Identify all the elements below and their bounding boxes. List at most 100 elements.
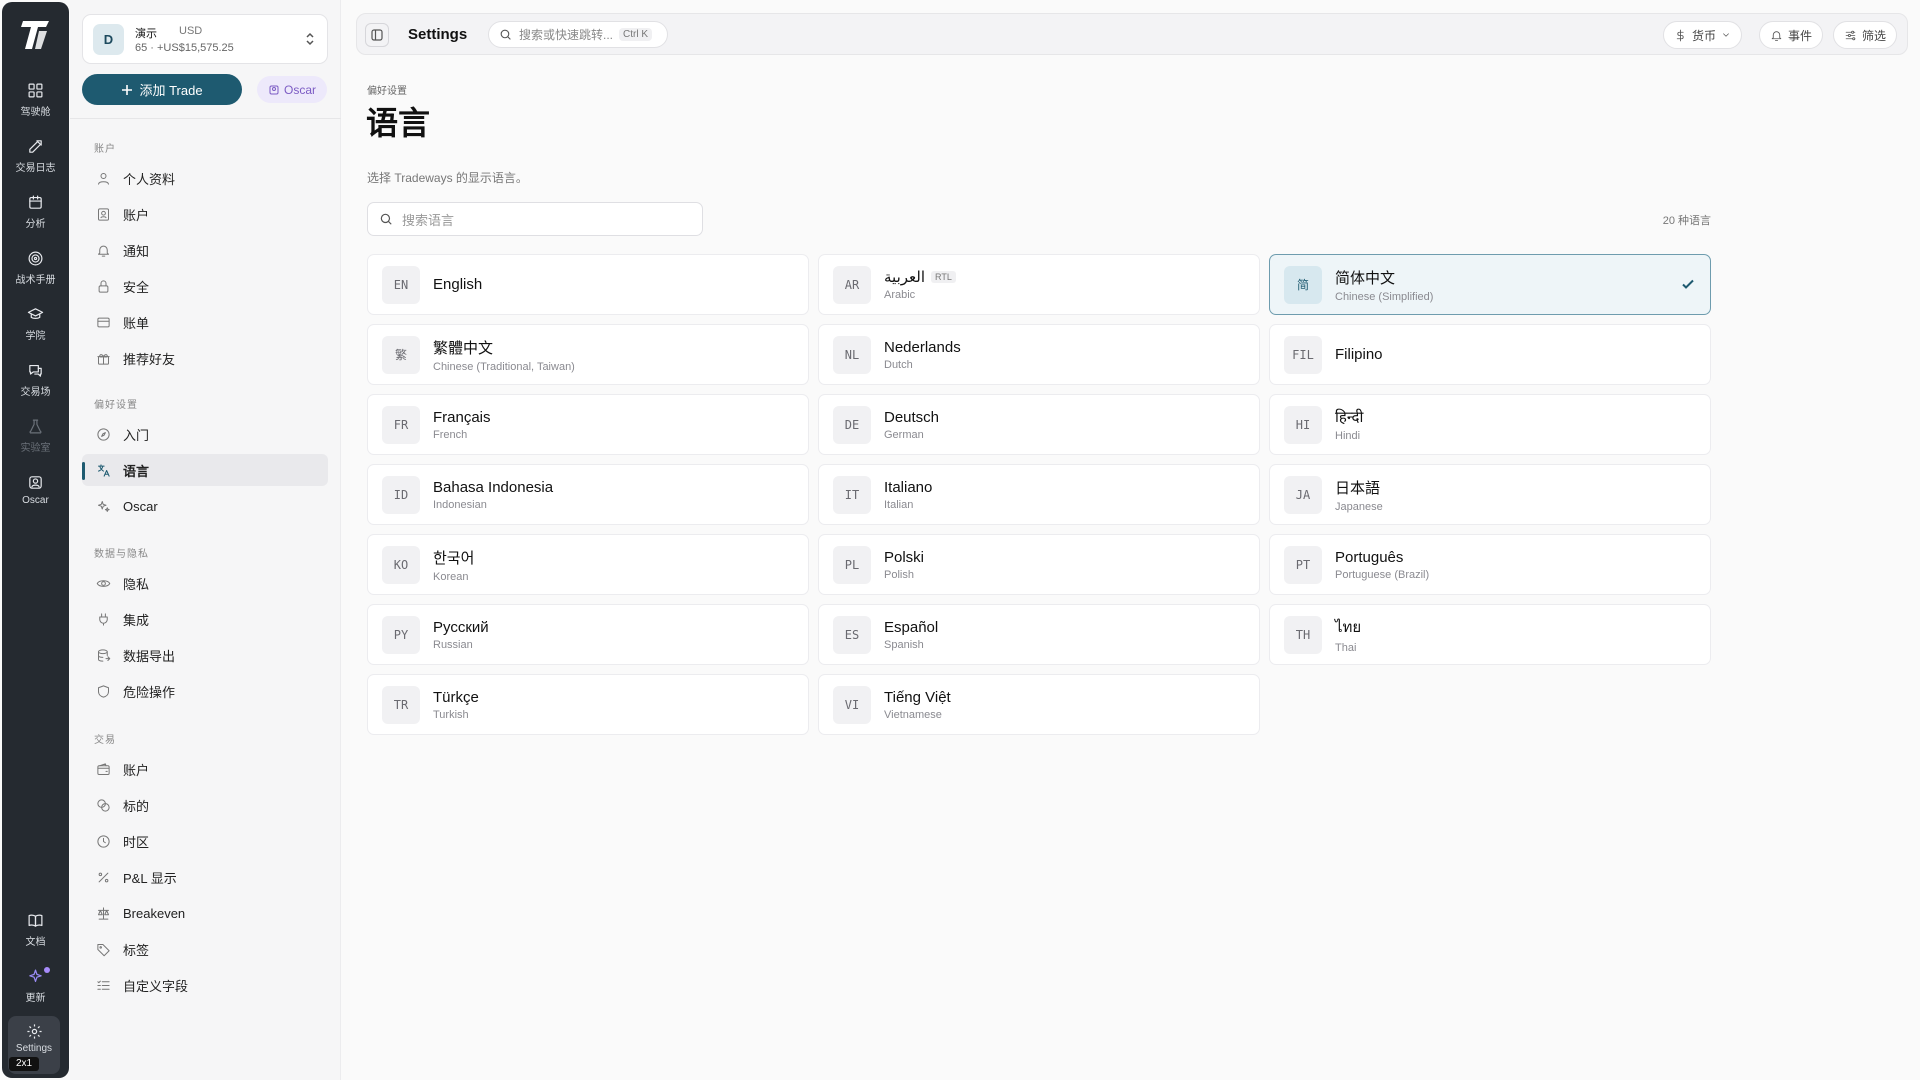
journal-icon: [29, 140, 42, 153]
language-option[interactable]: TR Türkçe Turkish: [367, 674, 809, 735]
sidebar-item-billing[interactable]: 账单: [82, 306, 328, 338]
language-native-row: English: [433, 276, 482, 293]
rail-item-lab[interactable]: 实验室: [2, 418, 69, 454]
rail-item-cockpit[interactable]: 驾驶舱: [2, 82, 69, 118]
language-option[interactable]: KO 한국어 Korean: [367, 534, 809, 595]
rail-item-arena[interactable]: 交易场: [2, 362, 69, 398]
language-option[interactable]: AR العربية RTL Arabic: [818, 254, 1260, 315]
language-option[interactable]: EN English: [367, 254, 809, 315]
oscar-button[interactable]: Oscar: [257, 76, 327, 103]
language-option[interactable]: 简简体中文 Chinese (Simplified): [1269, 254, 1711, 315]
language-option[interactable]: TH ไทย Thai: [1269, 604, 1711, 665]
language-option[interactable]: FR Français French: [367, 394, 809, 455]
oscar-label: Oscar: [283, 82, 316, 97]
language-names: Polski Polish: [884, 549, 924, 581]
sidebar-item-tags[interactable]: 标签: [82, 933, 328, 965]
logo-icon[interactable]: [20, 18, 52, 52]
sidebar-toggle-button[interactable]: [365, 23, 389, 47]
language-native-row: Español: [884, 619, 938, 636]
sidebar-item-integrations[interactable]: 集成: [82, 603, 328, 635]
language-names: Français French: [433, 409, 491, 441]
language-code-badge: IT: [833, 475, 871, 514]
rail-label: 更新: [25, 993, 46, 1004]
sidebar-item-profile[interactable]: 个人资料: [82, 162, 328, 194]
sidebar-item-language[interactable]: 语言: [82, 454, 328, 486]
sidebar-item-security[interactable]: 安全: [82, 270, 328, 302]
language-option[interactable]: HI हिन्दी Hindi: [1269, 394, 1711, 455]
language-code-badge: 繁: [382, 335, 420, 374]
oscar-icon: [29, 476, 42, 489]
language-english-name: German: [884, 428, 924, 441]
account-switcher[interactable]: D 演示 USD 65 · +US$15,575.25: [82, 14, 328, 64]
sidebar-item-breakeven[interactable]: Breakeven: [82, 897, 328, 929]
add-trade-button[interactable]: 添加 Trade: [82, 74, 242, 105]
language-english-name: Vietnamese: [884, 708, 942, 721]
language-option[interactable]: PL Polski Polish: [818, 534, 1260, 595]
rail-item-playbook[interactable]: 战术手册: [2, 250, 69, 286]
rail-label: 交易场: [20, 387, 51, 398]
language-native-name: Tiếng Việt: [884, 688, 951, 706]
sidebar-item-account[interactable]: 账户: [82, 198, 328, 230]
search-placeholder: 搜索或快速跳转...: [519, 28, 614, 42]
sidebar-item-label: 账户: [123, 207, 150, 223]
rail-label: 驾驶舱: [20, 107, 51, 118]
language-option[interactable]: VI Tiếng Việt Vietnamese: [818, 674, 1260, 735]
sidebar-item-referrals[interactable]: 推荐好友: [82, 342, 328, 374]
language-native-row: 日本語: [1335, 477, 1383, 498]
language-native-row: Türkçe: [433, 689, 479, 706]
rail-item-academy[interactable]: 学院: [2, 306, 69, 342]
language-search-input[interactable]: 搜索语言: [367, 202, 703, 236]
language-option[interactable]: ES Español Spanish: [818, 604, 1260, 665]
language-option[interactable]: JA 日本語 Japanese: [1269, 464, 1711, 525]
sidebar-item-onboarding[interactable]: 入门: [82, 418, 328, 450]
language-option[interactable]: NL Nederlands Dutch: [818, 324, 1260, 385]
language-names: 日本語 Japanese: [1335, 477, 1383, 513]
sidebar-item-custom-fields[interactable]: 自定义字段: [82, 969, 328, 1001]
language-native-name: 日本語: [1335, 479, 1381, 497]
sidebar-item-timezone[interactable]: 时区: [82, 825, 328, 857]
rail-label: Oscar: [22, 495, 49, 506]
language-option[interactable]: ID Bahasa Indonesia Indonesian: [367, 464, 809, 525]
language-option[interactable]: IT Italiano Italian: [818, 464, 1260, 525]
language-option[interactable]: DE Deutsch German: [818, 394, 1260, 455]
sidebar-item-pnl-display[interactable]: P&L 显示: [82, 861, 328, 893]
id-card-icon: [98, 207, 109, 221]
language-native-row: العربية RTL: [884, 268, 956, 286]
rail-item-oscar[interactable]: Oscar: [2, 474, 69, 506]
sidebar-item-oscar[interactable]: Oscar: [82, 490, 328, 522]
language-english-name: Indonesian: [433, 498, 487, 511]
rail-item-analysis[interactable]: 分析: [2, 194, 69, 230]
sidebar-item-instruments[interactable]: 标的: [82, 789, 328, 821]
gear-icon: [26, 1024, 42, 1039]
global-search-input[interactable]: 搜索或快速跳转... Ctrl K: [488, 21, 668, 48]
currency-selector[interactable]: 货币: [1663, 21, 1743, 49]
sidebar-item-data-export[interactable]: 数据导出: [82, 639, 328, 671]
language-native-row: 繁體中文: [433, 337, 575, 358]
language-native-row: Italiano: [884, 479, 932, 496]
events-button[interactable]: 事件: [1759, 21, 1824, 49]
scale-badge: 2x1: [9, 1057, 39, 1071]
language-option[interactable]: PY Русский Russian: [367, 604, 809, 665]
sidebar-item-privacy[interactable]: 隐私: [82, 567, 328, 599]
language-code-badge: JA: [1284, 475, 1322, 514]
sidebar-item-trading-accounts[interactable]: 账户: [82, 753, 328, 785]
language-native-name: Türkçe: [433, 688, 479, 706]
filter-button[interactable]: 筛选: [1833, 21, 1898, 49]
rail-item-docs[interactable]: 文档: [2, 912, 69, 948]
language-option[interactable]: FIL Filipino: [1269, 324, 1711, 385]
rail-item-journal[interactable]: 交易日志: [2, 138, 69, 174]
sidebar-item-danger-zone[interactable]: 危险操作: [82, 675, 328, 707]
language-option[interactable]: PT Português Portuguese (Brazil): [1269, 534, 1711, 595]
sidebar-item-notifications[interactable]: 通知: [82, 234, 328, 266]
language-english-name: French: [433, 428, 468, 441]
dashboard-icon: [28, 83, 43, 98]
language-english-name: Chinese (Traditional, Taiwan): [433, 360, 575, 373]
sidebar-item-label: 标的: [123, 798, 150, 814]
rail-label: 学院: [25, 331, 46, 342]
bell-icon: [98, 245, 109, 257]
language-names: Tiếng Việt Vietnamese: [884, 689, 951, 721]
currency-label: 货币: [1692, 28, 1717, 43]
language-native-name: English: [433, 276, 483, 293]
rail-item-updates[interactable]: 更新: [2, 968, 69, 1004]
language-option[interactable]: 繁繁體中文 Chinese (Traditional, Taiwan): [367, 324, 809, 385]
